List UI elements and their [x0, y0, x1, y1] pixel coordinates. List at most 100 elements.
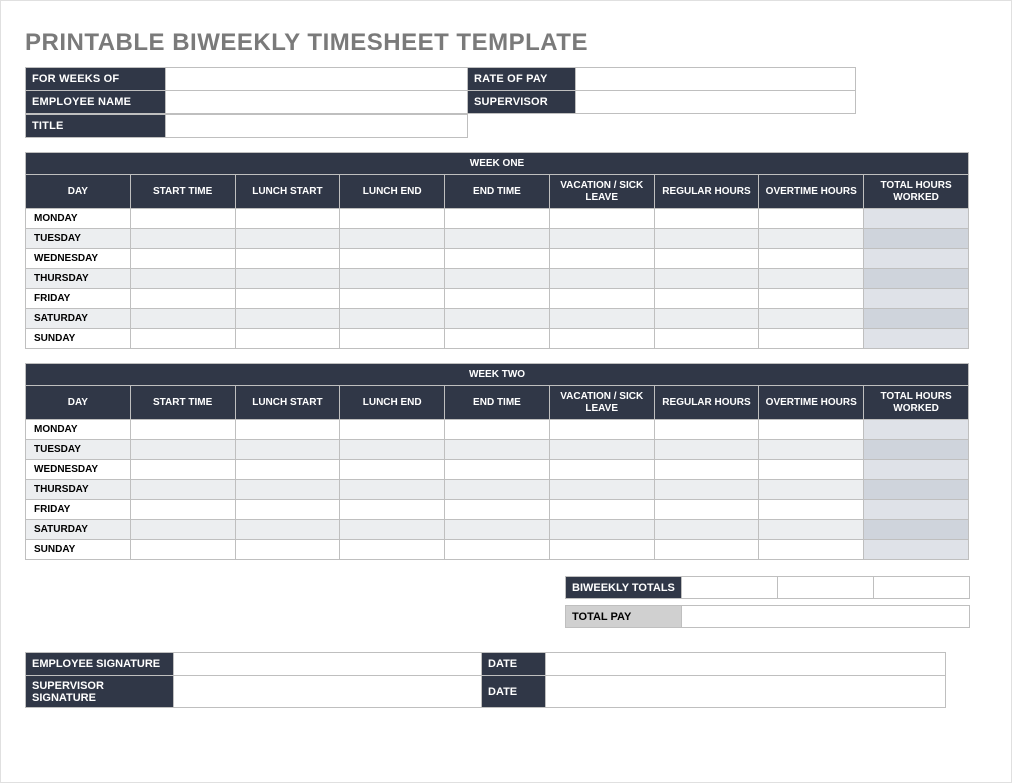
time-cell[interactable]	[445, 520, 550, 540]
time-cell[interactable]	[130, 269, 235, 289]
time-cell[interactable]	[235, 480, 340, 500]
time-cell[interactable]	[549, 309, 654, 329]
time-cell[interactable]	[654, 480, 759, 500]
time-cell[interactable]	[340, 420, 445, 440]
time-cell[interactable]	[759, 269, 864, 289]
time-cell[interactable]	[445, 420, 550, 440]
total-hours-cell[interactable]	[864, 249, 969, 269]
total-hours-cell[interactable]	[864, 540, 969, 560]
time-cell[interactable]	[549, 480, 654, 500]
time-cell[interactable]	[340, 269, 445, 289]
time-cell[interactable]	[235, 460, 340, 480]
time-cell[interactable]	[759, 440, 864, 460]
time-cell[interactable]	[445, 460, 550, 480]
time-cell[interactable]	[340, 329, 445, 349]
time-cell[interactable]	[130, 480, 235, 500]
time-cell[interactable]	[340, 480, 445, 500]
total-hours-cell[interactable]	[864, 500, 969, 520]
time-cell[interactable]	[654, 289, 759, 309]
time-cell[interactable]	[130, 229, 235, 249]
total-pay-value[interactable]	[682, 606, 970, 628]
time-cell[interactable]	[759, 480, 864, 500]
time-cell[interactable]	[235, 500, 340, 520]
time-cell[interactable]	[549, 289, 654, 309]
time-cell[interactable]	[130, 460, 235, 480]
total-hours-cell[interactable]	[864, 229, 969, 249]
time-cell[interactable]	[654, 460, 759, 480]
time-cell[interactable]	[340, 440, 445, 460]
total-hours-cell[interactable]	[864, 329, 969, 349]
time-cell[interactable]	[130, 209, 235, 229]
time-cell[interactable]	[130, 500, 235, 520]
time-cell[interactable]	[235, 289, 340, 309]
total-hours-cell[interactable]	[864, 420, 969, 440]
time-cell[interactable]	[654, 249, 759, 269]
time-cell[interactable]	[235, 249, 340, 269]
time-cell[interactable]	[759, 420, 864, 440]
time-cell[interactable]	[235, 309, 340, 329]
time-cell[interactable]	[130, 249, 235, 269]
time-cell[interactable]	[549, 520, 654, 540]
time-cell[interactable]	[759, 500, 864, 520]
time-cell[interactable]	[549, 249, 654, 269]
time-cell[interactable]	[445, 440, 550, 460]
time-cell[interactable]	[445, 480, 550, 500]
time-cell[interactable]	[340, 500, 445, 520]
time-cell[interactable]	[130, 289, 235, 309]
rate-of-pay-value[interactable]	[576, 68, 856, 91]
time-cell[interactable]	[340, 229, 445, 249]
time-cell[interactable]	[549, 540, 654, 560]
time-cell[interactable]	[235, 420, 340, 440]
time-cell[interactable]	[654, 229, 759, 249]
time-cell[interactable]	[549, 269, 654, 289]
employee-signature-value[interactable]	[174, 653, 482, 676]
time-cell[interactable]	[759, 520, 864, 540]
time-cell[interactable]	[654, 269, 759, 289]
date-value-1[interactable]	[546, 653, 946, 676]
time-cell[interactable]	[445, 329, 550, 349]
time-cell[interactable]	[340, 289, 445, 309]
time-cell[interactable]	[235, 209, 340, 229]
time-cell[interactable]	[340, 209, 445, 229]
time-cell[interactable]	[654, 209, 759, 229]
time-cell[interactable]	[235, 329, 340, 349]
time-cell[interactable]	[235, 540, 340, 560]
time-cell[interactable]	[549, 420, 654, 440]
time-cell[interactable]	[654, 329, 759, 349]
biweekly-overtime[interactable]	[778, 577, 874, 599]
for-weeks-of-value[interactable]	[166, 68, 468, 91]
total-hours-cell[interactable]	[864, 289, 969, 309]
time-cell[interactable]	[759, 249, 864, 269]
time-cell[interactable]	[654, 309, 759, 329]
time-cell[interactable]	[130, 440, 235, 460]
time-cell[interactable]	[445, 500, 550, 520]
time-cell[interactable]	[759, 229, 864, 249]
time-cell[interactable]	[549, 229, 654, 249]
total-hours-cell[interactable]	[864, 440, 969, 460]
time-cell[interactable]	[340, 520, 445, 540]
time-cell[interactable]	[549, 500, 654, 520]
biweekly-regular[interactable]	[682, 577, 778, 599]
employee-name-value[interactable]	[166, 91, 468, 114]
time-cell[interactable]	[759, 309, 864, 329]
time-cell[interactable]	[235, 269, 340, 289]
total-hours-cell[interactable]	[864, 309, 969, 329]
time-cell[interactable]	[549, 460, 654, 480]
time-cell[interactable]	[130, 420, 235, 440]
total-hours-cell[interactable]	[864, 520, 969, 540]
time-cell[interactable]	[340, 249, 445, 269]
total-hours-cell[interactable]	[864, 209, 969, 229]
time-cell[interactable]	[654, 500, 759, 520]
time-cell[interactable]	[445, 249, 550, 269]
time-cell[interactable]	[654, 420, 759, 440]
supervisor-value[interactable]	[576, 91, 856, 114]
time-cell[interactable]	[654, 540, 759, 560]
time-cell[interactable]	[759, 540, 864, 560]
title-value[interactable]	[166, 115, 468, 138]
time-cell[interactable]	[759, 209, 864, 229]
time-cell[interactable]	[445, 269, 550, 289]
time-cell[interactable]	[130, 329, 235, 349]
biweekly-total[interactable]	[874, 577, 970, 599]
total-hours-cell[interactable]	[864, 269, 969, 289]
time-cell[interactable]	[235, 520, 340, 540]
